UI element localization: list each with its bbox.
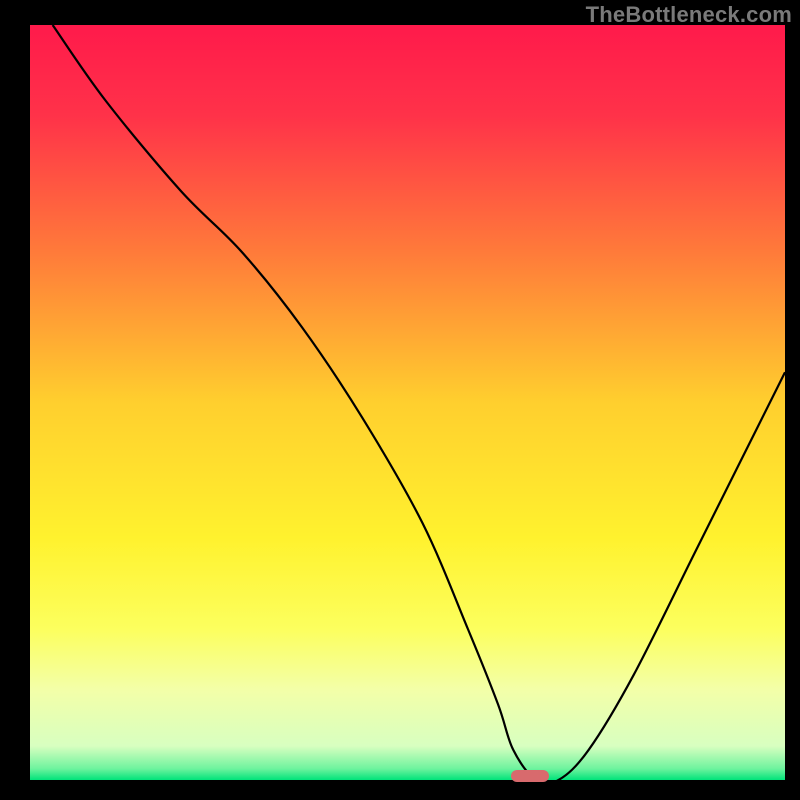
chart-frame: TheBottleneck.com: [0, 0, 800, 800]
optimal-marker: [511, 770, 549, 782]
plot-svg: [30, 25, 785, 780]
plot-area: [30, 25, 785, 780]
gradient-background: [30, 25, 785, 780]
